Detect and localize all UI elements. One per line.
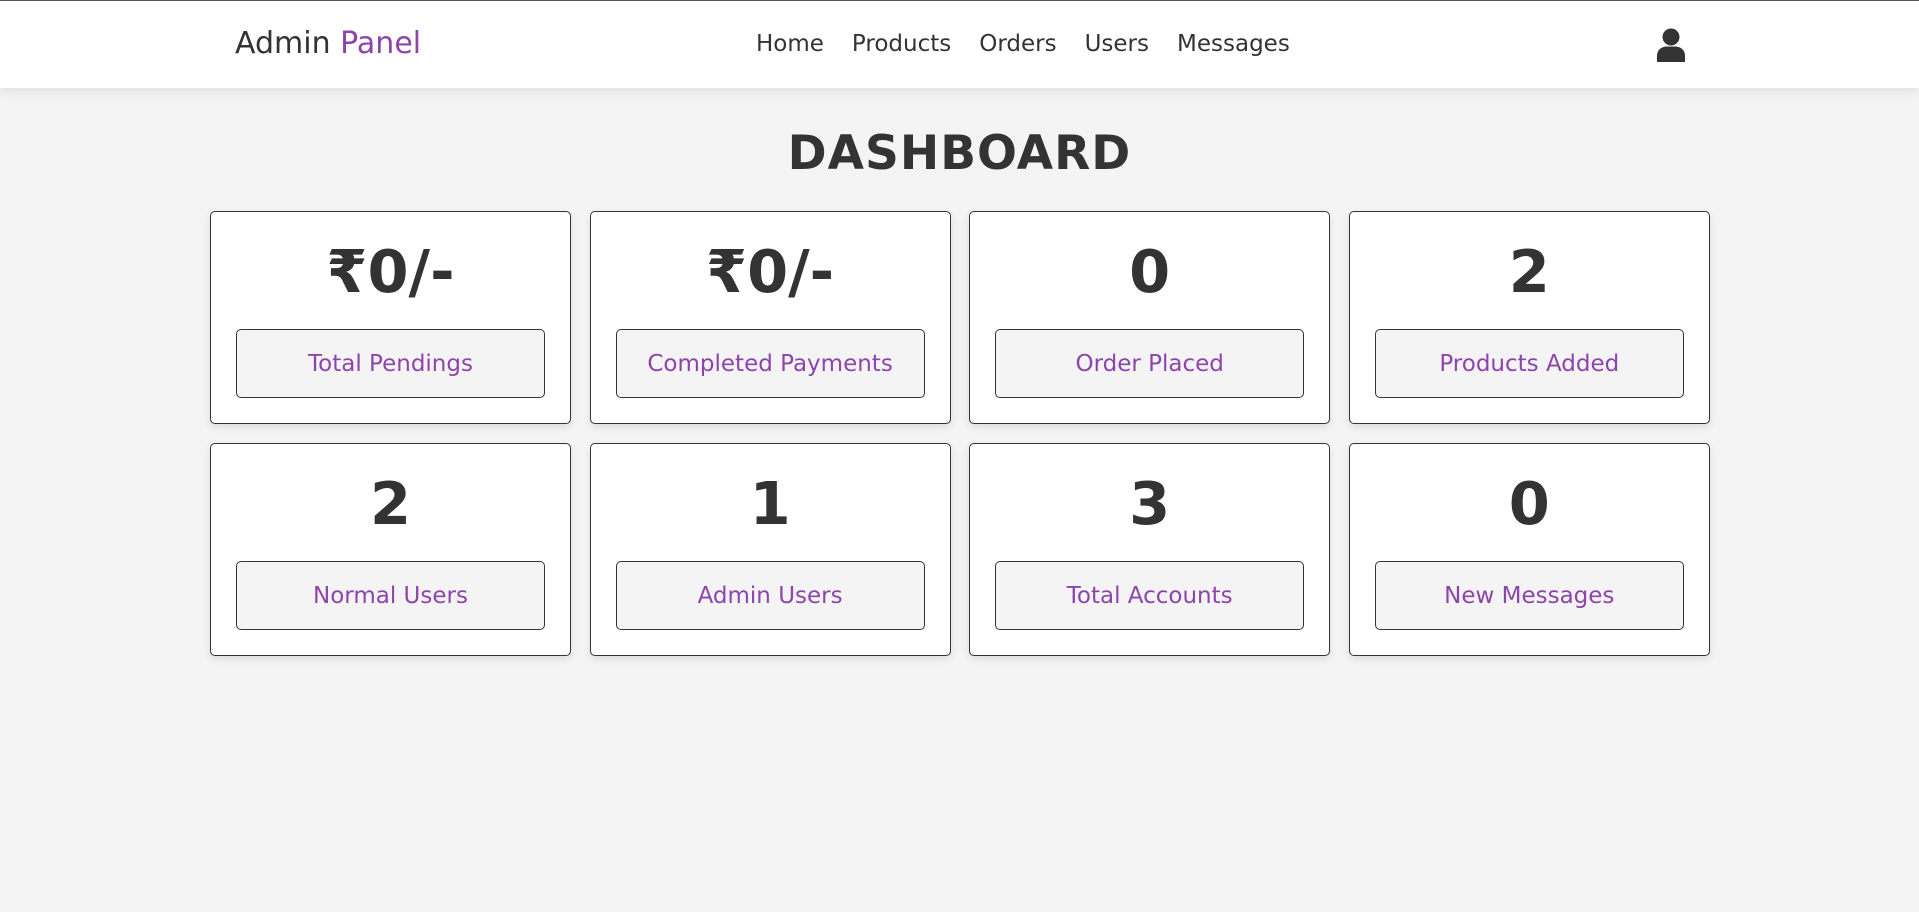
card-value: ₹0/- [706, 237, 835, 306]
main-nav: Home Products Orders Users Messages [756, 31, 1290, 57]
logo-main: Admin [235, 26, 331, 61]
admin-users-button[interactable]: Admin Users [615, 561, 925, 630]
card-admin-users: 1 Admin Users [589, 443, 951, 656]
completed-payments-button[interactable]: Completed Payments [615, 329, 925, 398]
card-new-messages: 0 New Messages [1348, 443, 1710, 656]
user-icon[interactable] [1656, 28, 1686, 62]
order-placed-button[interactable]: Order Placed [995, 329, 1305, 398]
card-total-pendings: ₹0/- Total Pendings [210, 211, 571, 424]
normal-users-button[interactable]: Normal Users [236, 561, 545, 630]
page-title: DASHBOARD [787, 126, 1132, 181]
header: Admin Panel Home Products Orders Users M… [0, 1, 1919, 88]
card-completed-payments: ₹0/- Completed Payments [589, 211, 951, 424]
new-messages-button[interactable]: New Messages [1374, 561, 1684, 630]
nav-products[interactable]: Products [852, 31, 951, 57]
card-total-accounts: 3 Total Accounts [969, 443, 1331, 656]
card-value: 2 [1508, 237, 1550, 306]
nav-users[interactable]: Users [1085, 31, 1149, 57]
card-value: 2 [369, 469, 412, 538]
card-order-placed: 0 Order Placed [969, 211, 1331, 424]
user-icon-graphic [1657, 28, 1685, 62]
dashboard-grid: ₹0/- Total Pendings ₹0/- Completed Payme… [210, 211, 1710, 656]
total-accounts-button[interactable]: Total Accounts [995, 561, 1305, 630]
card-value: 3 [1129, 469, 1171, 538]
nav-messages[interactable]: Messages [1177, 31, 1290, 57]
logo-link[interactable]: Admin Panel [235, 26, 421, 61]
logo-accent: Panel [340, 26, 422, 61]
nav-orders[interactable]: Orders [979, 31, 1056, 57]
card-normal-users: 2 Normal Users [210, 443, 571, 656]
nav-home[interactable]: Home [756, 31, 824, 57]
card-value: 1 [749, 469, 791, 538]
total-pendings-button[interactable]: Total Pendings [236, 329, 545, 398]
card-value: 0 [1508, 469, 1550, 538]
card-products-added: 2 Products Added [1348, 211, 1710, 424]
products-added-button[interactable]: Products Added [1374, 329, 1684, 398]
card-value: 0 [1129, 237, 1171, 306]
card-value: ₹0/- [326, 237, 455, 306]
